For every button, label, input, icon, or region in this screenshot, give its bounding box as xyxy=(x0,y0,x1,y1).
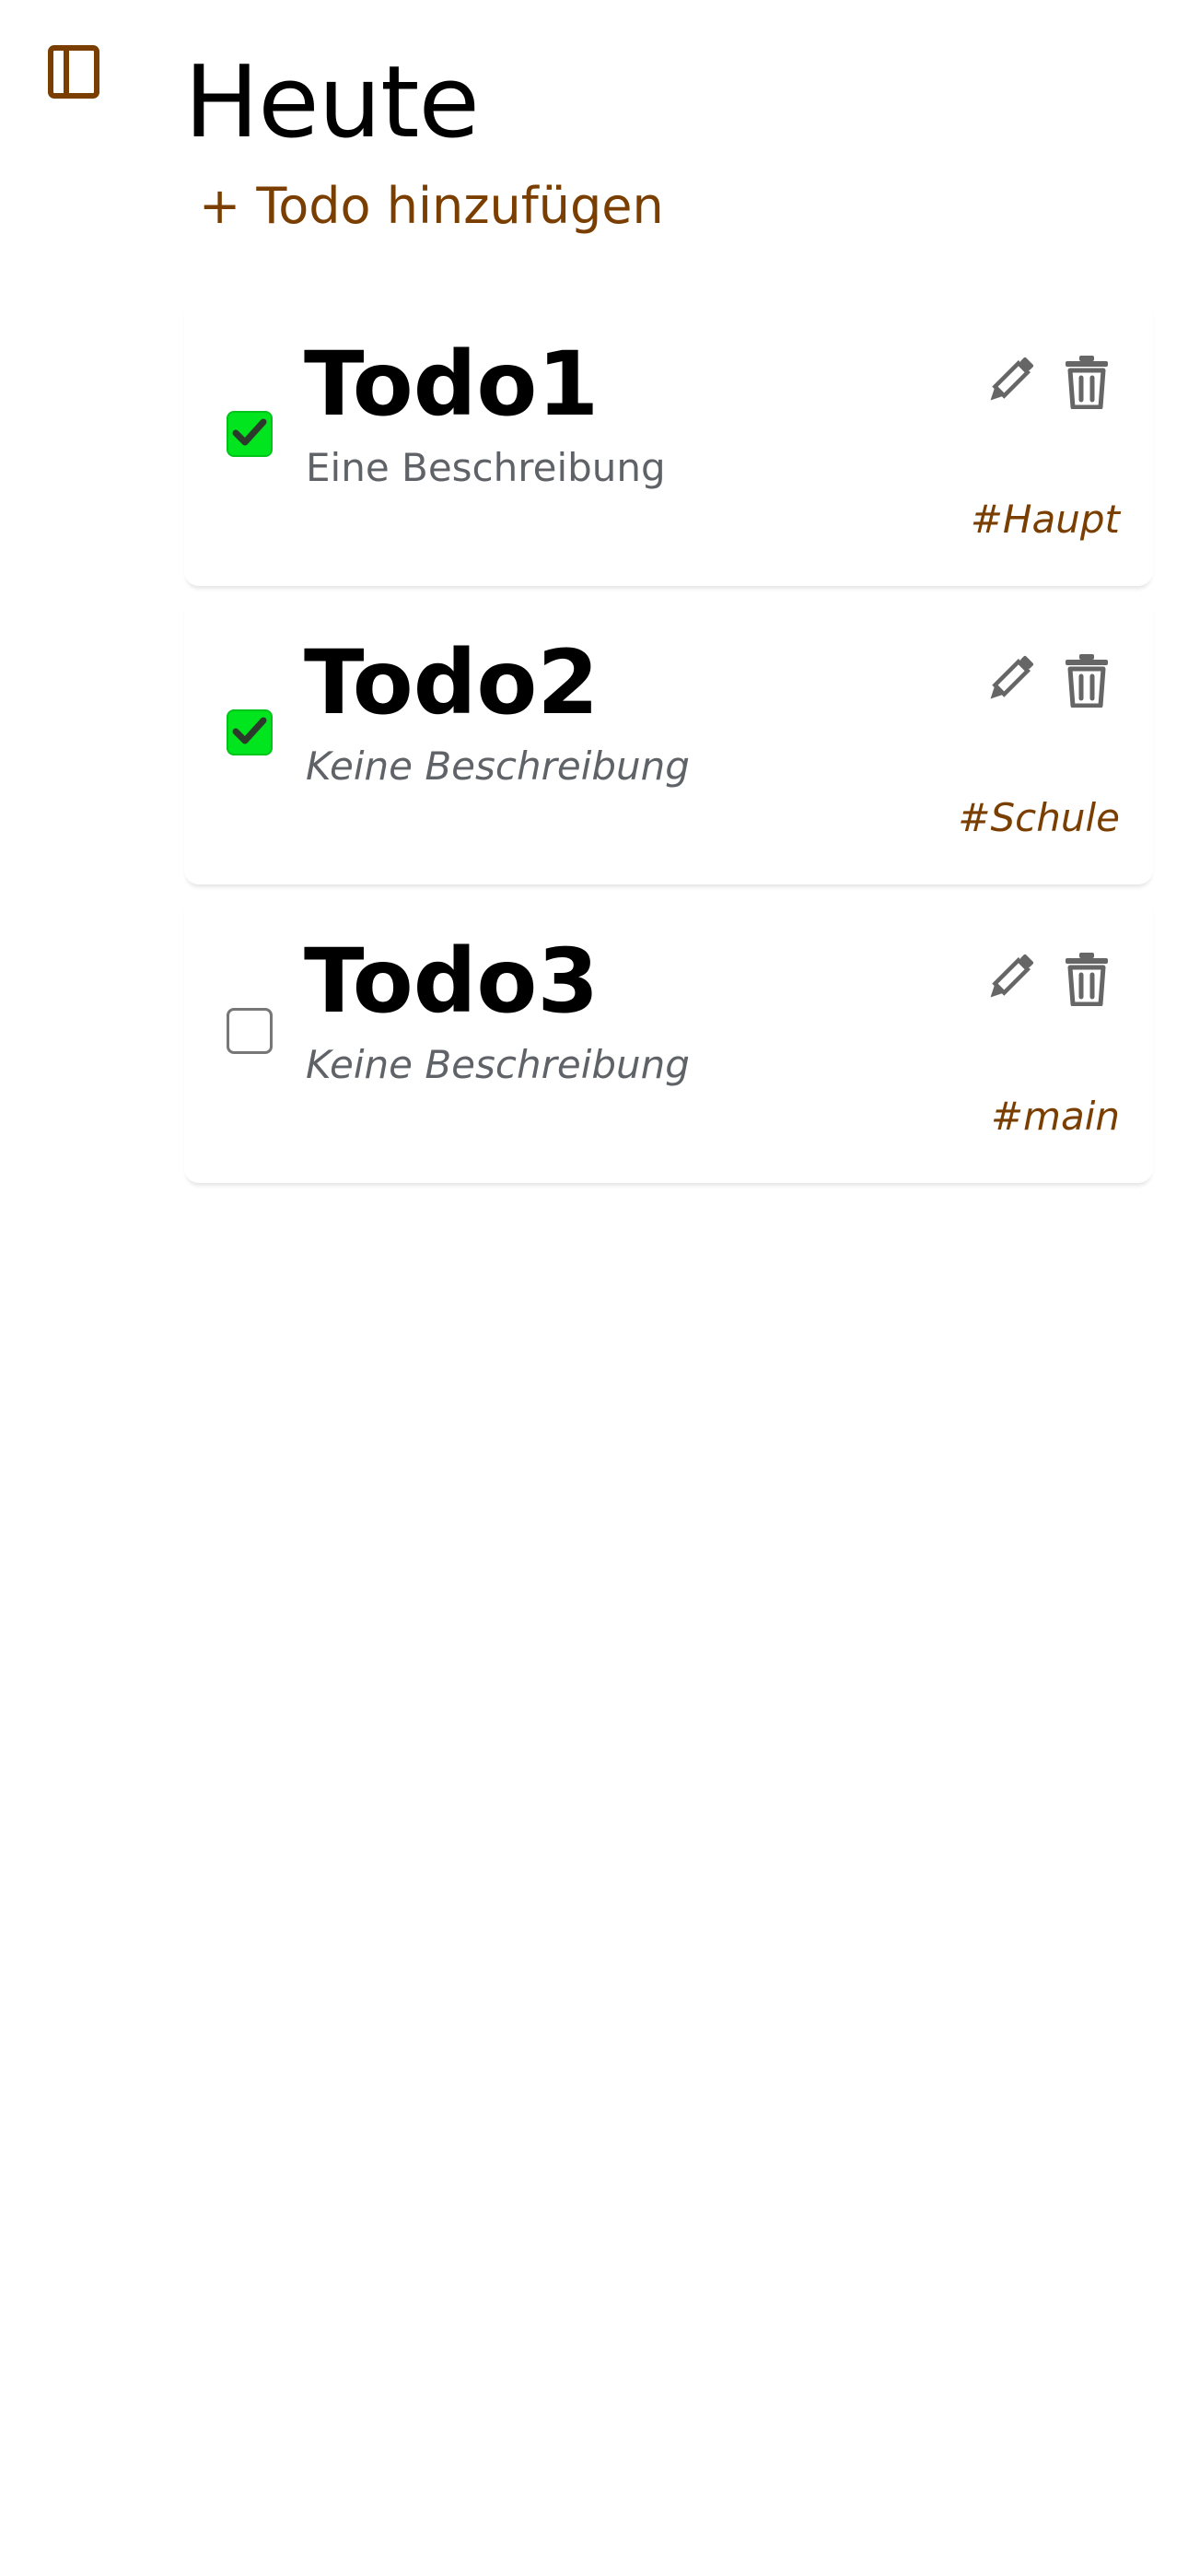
todo-list: Todo1 Eine Beschreibung #Haupt Todo2 Kei… xyxy=(184,297,1153,1192)
trash-icon xyxy=(1064,652,1110,711)
todo-checkbox[interactable] xyxy=(227,1008,273,1054)
delete-todo-button[interactable] xyxy=(1059,652,1114,711)
todo-description: Eine Beschreibung xyxy=(306,445,666,490)
todo-title: Todo2 xyxy=(304,631,600,734)
delete-todo-button[interactable] xyxy=(1059,951,1114,1010)
todo-checkbox[interactable] xyxy=(227,411,273,457)
todo-card: Todo3 Keine Beschreibung #main xyxy=(184,894,1153,1183)
todo-title: Todo3 xyxy=(304,930,600,1033)
todo-card: Todo1 Eine Beschreibung #Haupt xyxy=(184,297,1153,586)
sidebar-toggle-button[interactable] xyxy=(46,45,101,102)
todo-description: Keine Beschreibung xyxy=(306,744,690,789)
pencil-icon xyxy=(983,355,1036,412)
todo-tag[interactable]: #main xyxy=(991,1091,1120,1142)
todo-title: Todo1 xyxy=(304,333,600,436)
page-title: Heute xyxy=(184,45,480,160)
delete-todo-button[interactable] xyxy=(1059,354,1114,413)
todo-checkbox[interactable] xyxy=(227,709,273,755)
trash-icon xyxy=(1064,951,1110,1010)
checkmark-icon xyxy=(232,716,267,749)
edit-todo-button[interactable] xyxy=(982,652,1037,711)
edit-todo-button[interactable] xyxy=(982,354,1037,413)
todo-description: Keine Beschreibung xyxy=(306,1042,690,1087)
todo-tag[interactable]: #Haupt xyxy=(971,494,1120,545)
pencil-icon xyxy=(983,653,1036,710)
todo-card: Todo2 Keine Beschreibung #Schule xyxy=(184,595,1153,884)
trash-icon xyxy=(1064,354,1110,413)
edit-todo-button[interactable] xyxy=(982,951,1037,1010)
checkmark-icon xyxy=(232,417,267,451)
add-todo-button[interactable]: + Todo hinzufügen xyxy=(199,170,664,243)
sidebar-panel-icon xyxy=(48,45,99,102)
app-root: Heute + Todo hinzufügen Todo1 Eine Besch… xyxy=(0,0,1188,2576)
pencil-icon xyxy=(983,952,1036,1009)
todo-tag[interactable]: #Schule xyxy=(958,792,1120,844)
